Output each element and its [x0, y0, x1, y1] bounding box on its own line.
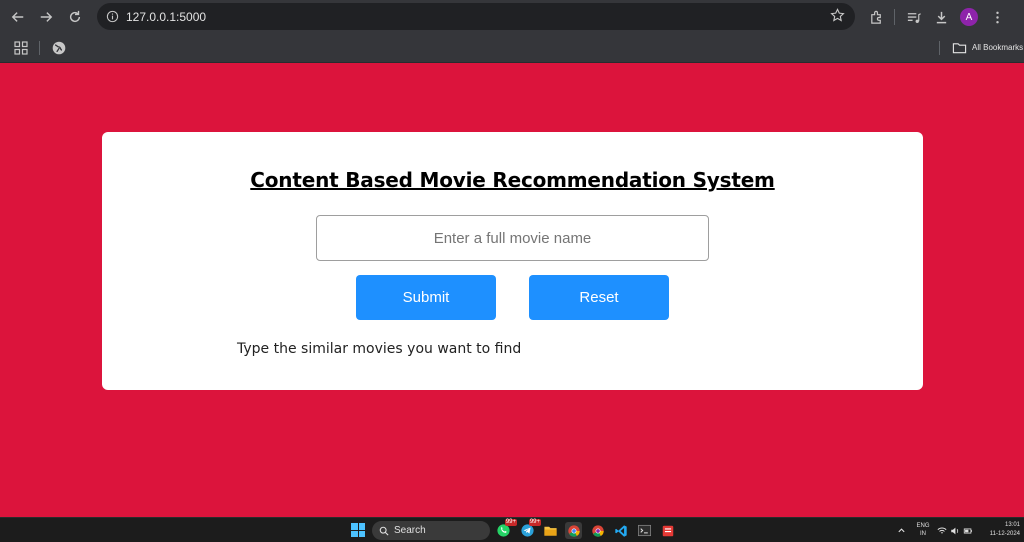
submit-button[interactable]: Submit: [356, 275, 496, 320]
reset-button[interactable]: Reset: [529, 275, 669, 320]
media-queue-icon[interactable]: [899, 3, 927, 31]
clock-date: 11-12-2024: [989, 531, 1020, 537]
address-url[interactable]: 127.0.0.1:5000: [126, 10, 206, 24]
language-code: ENG: [916, 523, 930, 529]
site-info-icon[interactable]: [101, 6, 123, 28]
arrow-left-icon: [11, 12, 24, 22]
profile-button[interactable]: A: [955, 3, 983, 31]
chrome-profile-icon[interactable]: [589, 522, 606, 539]
bookmark-star-icon[interactable]: [830, 8, 845, 28]
battery-icon: [963, 528, 972, 533]
clock-time: 13:01: [1004, 522, 1020, 528]
menu-kebab-icon[interactable]: [983, 3, 1011, 31]
tray-chevron-icon[interactable]: [897, 518, 906, 542]
wifi-icon: [937, 527, 947, 533]
forward-button[interactable]: [32, 3, 60, 31]
tray-status-icons[interactable]: [937, 518, 973, 542]
browser-toolbar: 127.0.0.1:5000 A: [0, 0, 1024, 34]
toolbar-divider: [894, 9, 895, 25]
extensions-icon[interactable]: [862, 3, 890, 31]
address-bar[interactable]: 127.0.0.1:5000: [97, 3, 855, 30]
back-button[interactable]: [4, 3, 32, 31]
system-clock[interactable]: 13:01 11-12-2024: [974, 521, 1020, 539]
recommendation-card: Content Based Movie Recommendation Syste…: [102, 132, 923, 390]
bookmarks-bar: All Bookmarks: [0, 34, 1024, 63]
apps-grid-icon[interactable]: [13, 40, 29, 56]
taskbar: Search 99+ 99+ ENG IN 13:01 11-12-2024: [0, 517, 1024, 542]
hint-text: Type the similar movies you want to find: [237, 341, 522, 357]
page-title: Content Based Movie Recommendation Syste…: [250, 168, 775, 192]
file-explorer-icon[interactable]: [542, 522, 559, 539]
reload-icon: [69, 10, 81, 23]
taskbar-search[interactable]: Search: [372, 521, 490, 540]
notification-badge: 99+: [528, 519, 541, 526]
all-bookmarks-button[interactable]: All Bookmarks: [952, 40, 1023, 55]
chrome-icon[interactable]: [565, 522, 582, 539]
bookmarks-divider: [939, 41, 940, 55]
search-label: Search: [394, 525, 426, 536]
vscode-icon[interactable]: [612, 522, 629, 539]
notification-badge: 99+: [504, 519, 517, 526]
search-icon: [379, 526, 389, 536]
movie-name-input[interactable]: [316, 215, 709, 261]
avatar: A: [960, 8, 978, 26]
folder-icon: [952, 43, 967, 54]
windows-start-icon[interactable]: [351, 523, 365, 537]
terminal-icon[interactable]: [636, 522, 653, 539]
bookmarks-divider: [39, 41, 40, 55]
globe-icon[interactable]: [51, 40, 67, 56]
language-region: IN: [920, 531, 926, 537]
volume-icon: [951, 527, 959, 534]
reload-button[interactable]: [61, 3, 89, 31]
language-indicator[interactable]: ENG IN: [913, 522, 933, 538]
all-bookmarks-label: All Bookmarks: [972, 43, 1024, 52]
telegram-icon[interactable]: 99+: [519, 519, 541, 539]
whatsapp-icon[interactable]: 99+: [495, 519, 517, 539]
app-red-icon[interactable]: [659, 522, 676, 539]
toolbar-actions: A: [862, 3, 1011, 31]
download-icon[interactable]: [927, 3, 955, 31]
page-viewport: Content Based Movie Recommendation Syste…: [0, 63, 1024, 517]
arrow-right-icon: [40, 12, 53, 22]
